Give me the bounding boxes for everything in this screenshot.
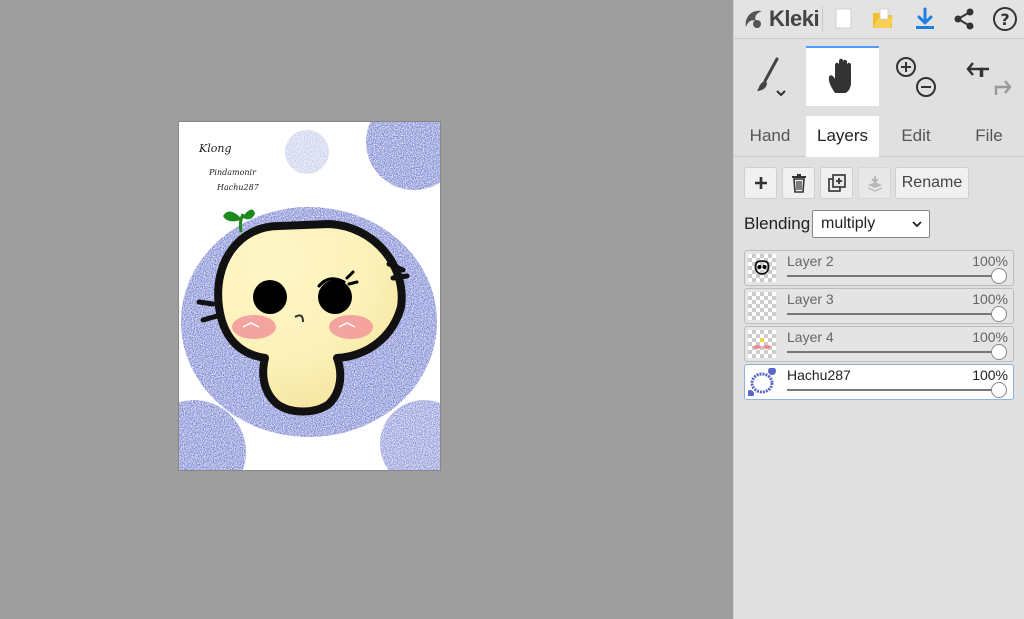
- layer-opacity: 100%: [972, 329, 1008, 345]
- canvas-artwork: Klong Pindamonir Hachu287: [179, 122, 440, 470]
- layer-item[interactable]: Layer 2 100%: [744, 250, 1014, 286]
- trash-icon: [791, 174, 806, 193]
- tab-file[interactable]: File: [953, 116, 1024, 156]
- merge-layer-button[interactable]: [858, 167, 891, 199]
- layer-name: Hachu287: [787, 367, 851, 383]
- help-icon: ?: [993, 7, 1017, 31]
- layer-item[interactable]: Layer 3 100%: [744, 288, 1014, 324]
- panel-tabs: Hand Layers Edit File: [734, 116, 1024, 157]
- side-panel: Kleki ? Hand Layers Edit File Rename Ble…: [733, 0, 1024, 619]
- top-bar-separator: [822, 6, 823, 32]
- layer-thumbnail: [748, 330, 776, 358]
- brush-tool-button[interactable]: [734, 46, 806, 106]
- opacity-slider-track[interactable]: [787, 351, 999, 353]
- svg-text:?: ?: [1000, 10, 1009, 29]
- opacity-slider-track[interactable]: [787, 275, 999, 277]
- duplicate-layer-button[interactable]: [820, 167, 853, 199]
- layer-name: Layer 3: [787, 291, 834, 307]
- opacity-slider-track[interactable]: [787, 389, 999, 391]
- layer-item[interactable]: Hachu287 100%: [744, 364, 1014, 400]
- zoom-in-icon[interactable]: [896, 57, 916, 77]
- opacity-slider-knob[interactable]: [991, 268, 1007, 284]
- plus-icon: [754, 177, 767, 189]
- canvas-handwriting: Klong: [198, 142, 231, 155]
- layer-opacity: 100%: [972, 367, 1008, 383]
- canvas-handwriting: Hachu287: [216, 183, 260, 192]
- opacity-slider-knob[interactable]: [991, 382, 1007, 398]
- hand-icon: [828, 58, 851, 93]
- open-image-button[interactable]: [868, 4, 898, 34]
- blending-label: Blending: [744, 214, 811, 233]
- layer-name: Layer 2: [787, 253, 834, 269]
- layer-name: Layer 4: [787, 329, 834, 345]
- opacity-slider-knob[interactable]: [991, 344, 1007, 360]
- download-button[interactable]: [910, 4, 940, 34]
- drawing-canvas[interactable]: Klong Pindamonir Hachu287: [179, 122, 440, 470]
- canvas-handwriting: Pindamonir: [208, 168, 257, 177]
- hand-tool-button[interactable]: [806, 46, 879, 106]
- new-file-icon: [835, 8, 852, 29]
- add-layer-button[interactable]: [744, 167, 777, 199]
- redo-icon[interactable]: [994, 80, 1012, 95]
- new-image-button[interactable]: [829, 4, 859, 34]
- tool-row: [734, 46, 1024, 106]
- help-button[interactable]: ?: [990, 4, 1020, 34]
- delete-layer-button[interactable]: [782, 167, 815, 199]
- kleki-logo: Kleki: [742, 6, 820, 32]
- download-icon: [916, 7, 934, 29]
- layer-thumbnail: [746, 367, 776, 398]
- layer-thumbnail: [748, 292, 776, 320]
- tab-hand[interactable]: Hand: [734, 116, 806, 156]
- blending-select[interactable]: multiply: [812, 210, 930, 238]
- blending-value: multiply: [821, 215, 876, 232]
- opacity-slider-knob[interactable]: [991, 306, 1007, 322]
- corner-dot: [285, 130, 329, 174]
- open-folder-icon: [873, 8, 893, 28]
- zoom-out-icon[interactable]: [916, 77, 936, 97]
- opacity-slider-track[interactable]: [787, 313, 999, 315]
- chevron-down-icon: [912, 221, 922, 228]
- layer-opacity: 100%: [972, 253, 1008, 269]
- merge-down-icon: [867, 176, 882, 192]
- tab-layers[interactable]: Layers: [806, 116, 879, 157]
- canvas-workspace[interactable]: Klong Pindamonir Hachu287: [0, 0, 733, 619]
- duplicate-icon: [827, 174, 846, 192]
- corner-dot: [366, 122, 440, 190]
- top-bar: Kleki ?: [734, 0, 1024, 39]
- share-icon: [954, 8, 974, 30]
- share-button[interactable]: [949, 4, 979, 34]
- undo-redo-controls: [953, 46, 1024, 106]
- app-name: Kleki: [769, 6, 820, 31]
- undo-icon[interactable]: [966, 62, 989, 77]
- brush-icon: [757, 57, 786, 97]
- layer-thumbnail: [748, 254, 776, 282]
- kleki-logo-icon: [745, 10, 762, 28]
- layer-opacity: 100%: [972, 291, 1008, 307]
- rename-layer-button[interactable]: Rename: [895, 167, 969, 199]
- zoom-controls: [880, 46, 952, 106]
- tab-edit[interactable]: Edit: [880, 116, 952, 156]
- layer-item[interactable]: Layer 4 100%: [744, 326, 1014, 362]
